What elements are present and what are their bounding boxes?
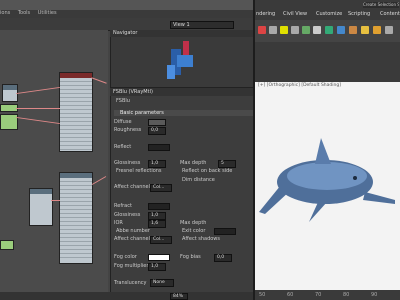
menu-item[interactable]: Utilities [38, 10, 57, 16]
affect-channels-dropdown[interactable]: Col... [150, 184, 172, 192]
ior-label: IOR [114, 220, 123, 226]
timeline-tick: 70 [315, 292, 322, 298]
connection-wire [16, 86, 60, 95]
refract-swatch[interactable] [148, 203, 170, 210]
rotate-icon[interactable] [280, 26, 288, 34]
view-dropdown[interactable]: View 1 [170, 21, 234, 29]
viewport-label[interactable]: [+] [Orthographic] [Default Shading] [255, 82, 400, 90]
select-icon[interactable] [258, 26, 266, 34]
menu-item[interactable]: Tools [18, 10, 30, 16]
status-bar: 84% [0, 292, 255, 300]
fog-bias-label: Fog bias [180, 254, 201, 260]
connection-wire [51, 200, 60, 201]
roughness-field[interactable]: 0,0 [148, 127, 166, 135]
ribbon [255, 42, 400, 82]
menu-item[interactable]: ndering [256, 11, 275, 17]
fog-multiplier-label: Fog multiplier [114, 263, 149, 269]
menu-bar: ions Tools Utilities [0, 10, 255, 18]
basic-parameters-section[interactable]: Basic parameters [114, 110, 258, 116]
max-depth-field[interactable]: 5 [218, 160, 236, 168]
node[interactable] [29, 188, 53, 226]
refract-label: Refract [114, 203, 132, 209]
timeline-tick: 80 [343, 292, 350, 298]
connection-wire [91, 77, 107, 84]
affect-shadows-checkbox[interactable]: Affect shadows [182, 236, 220, 242]
fog-multiplier-field[interactable]: 1,0 [148, 263, 166, 271]
refr-affect-channels-dropdown[interactable]: Col... [150, 236, 172, 244]
parameters-title: FSBlu (VRayMtl) [110, 88, 257, 96]
viewport[interactable] [255, 82, 400, 290]
fog-color-label: Fog color [114, 254, 137, 260]
layer-icon[interactable] [325, 26, 333, 34]
fog-color-swatch[interactable] [148, 254, 170, 261]
refr-glossiness-label: Glossiness [114, 212, 141, 218]
menu-item[interactable]: ions [0, 10, 10, 16]
refr-max-depth-label: Max depth [180, 220, 207, 226]
navigator-preview[interactable] [111, 31, 255, 87]
reflect-back-checkbox[interactable]: Reflect on back side [182, 168, 232, 174]
node[interactable] [0, 240, 14, 250]
render-frame-icon[interactable] [385, 26, 393, 34]
dolphin-model [259, 138, 395, 222]
affect-channels-label: Affect channels [114, 184, 153, 190]
title-bar [0, 0, 255, 10]
dim-distance-checkbox[interactable]: Dim distance [182, 177, 215, 183]
timeline[interactable]: 50 60 70 80 90 [255, 290, 400, 300]
render-setup-icon[interactable] [361, 26, 369, 34]
menu-item[interactable]: Scripting [348, 11, 370, 17]
scale-icon[interactable] [291, 26, 299, 34]
connection-wire [16, 116, 60, 125]
viewport-menu-bar: ndering Civil View Customize Scripting C… [255, 0, 400, 20]
move-icon[interactable] [269, 26, 277, 34]
material-name: FSBlu [116, 98, 130, 104]
reflect-label: Reflect [114, 144, 132, 150]
translucency-label: Translucency [114, 280, 147, 286]
search-input[interactable]: Create Selection S [363, 2, 399, 8]
navigator-panel [110, 30, 256, 88]
refl-glossiness-field[interactable]: 1,0 [148, 160, 166, 168]
exit-color-label: Exit color [182, 228, 206, 234]
node-canvas[interactable] [0, 30, 108, 292]
menu-item[interactable]: Civil View [283, 11, 307, 17]
max-depth-label: Max depth [180, 160, 207, 166]
material-editor-icon[interactable] [349, 26, 357, 34]
menu-item[interactable]: Content [380, 11, 400, 17]
timeline-tick: 60 [287, 292, 294, 298]
navigator-title: Navigator [110, 30, 257, 37]
connection-wire [16, 108, 60, 109]
mirror-icon[interactable] [313, 26, 321, 34]
timeline-tick: 90 [371, 292, 378, 298]
timeline-tick: 50 [259, 292, 266, 298]
diffuse-swatch[interactable] [148, 119, 166, 126]
diffuse-label: Diffuse [114, 119, 132, 125]
exit-color-swatch[interactable] [214, 228, 236, 235]
curve-editor-icon[interactable] [337, 26, 345, 34]
main-toolbar [255, 20, 400, 42]
reflect-swatch[interactable] [148, 144, 170, 151]
roughness-label: Roughness [114, 127, 142, 133]
zoom-dropdown[interactable]: 84% [170, 293, 188, 300]
fresnel-checkbox[interactable]: Fresnel reflections [116, 168, 162, 174]
material-node[interactable] [59, 172, 93, 264]
fog-bias-field[interactable]: 0,0 [214, 254, 232, 262]
refr-affect-channels-label: Affect channels [114, 236, 153, 242]
connection-wire [91, 176, 107, 185]
abbe-checkbox[interactable]: Abbe number [116, 228, 150, 234]
ior-field[interactable]: 1,6 [148, 220, 166, 228]
refr-glossiness-field[interactable]: 1,0 [148, 212, 166, 220]
menu-item[interactable]: Customize [316, 11, 342, 17]
render-icon[interactable] [373, 26, 381, 34]
translucency-dropdown[interactable]: None [150, 279, 174, 287]
material-node[interactable] [59, 72, 93, 152]
snap-icon[interactable] [302, 26, 310, 34]
glossiness-label: Glossiness [114, 160, 141, 166]
